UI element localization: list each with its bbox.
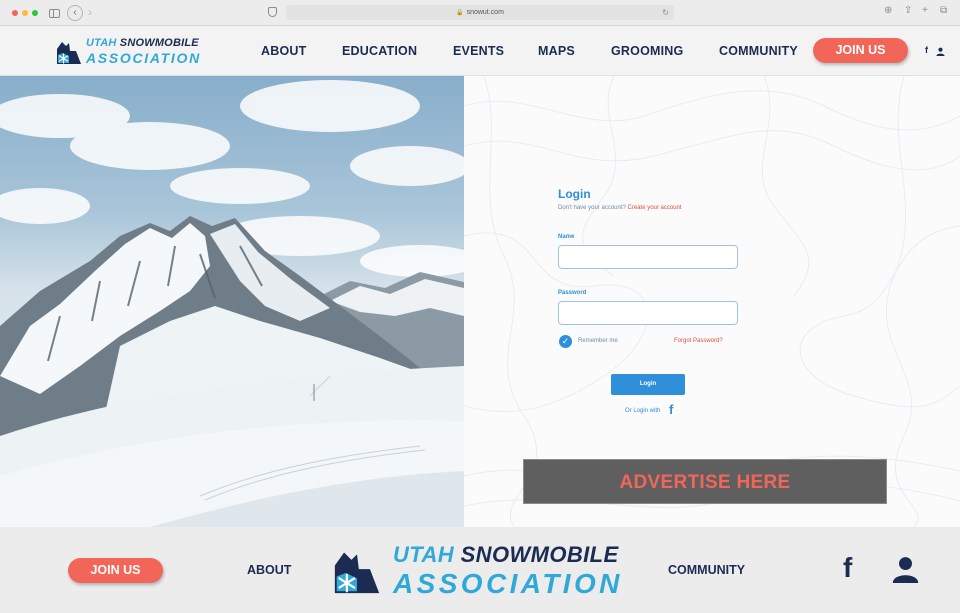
login-title: Login [558,187,591,201]
nav-community[interactable]: COMMUNITY [719,26,798,76]
facebook-login-icon[interactable]: f [669,402,673,417]
snowflake-mountain-logo-icon [334,552,380,594]
footer-logo-word-snowmobile: SNOWMOBILE [454,542,619,567]
login-panel: Login Don't have your account? Create yo… [464,76,960,527]
snowflake-mountain-logo-icon [57,42,81,64]
no-account-text: Don't have your account? [558,205,626,211]
nav-education[interactable]: EDUCATION [342,26,417,76]
nav-maps[interactable]: MAPS [538,26,575,76]
reload-icon[interactable]: ↻ [662,5,669,20]
logo-word-association: ASSOCIATION [86,50,201,66]
advertise-banner[interactable]: ADVERTISE HERE [523,459,887,504]
or-login-with-text: Or Login with [625,408,661,414]
address-bar-url: snowut.com [466,9,504,16]
mountain-illustration [0,80,464,527]
nav-about[interactable]: ABOUT [261,26,306,76]
nav-events[interactable]: EVENTS [453,26,504,76]
new-tab-icon[interactable]: + [922,5,928,16]
login-submit-button[interactable]: Login [611,374,685,395]
tab-overview-icon[interactable]: ⧉ [940,5,947,16]
privacy-shield-icon[interactable] [268,7,277,17]
remember-me-label: Remember me [578,338,618,344]
site-logo[interactable]: UTAH SNOWMOBILE ASSOCIATION [56,38,208,66]
remember-me-checkbox[interactable]: ✓ [559,335,572,348]
footer-join-us-button[interactable]: JOIN US [68,558,163,583]
name-label: Name [558,234,575,240]
zoom-window-button[interactable] [32,10,38,16]
minimize-window-button[interactable] [22,10,28,16]
hero-mountain-image [0,76,464,527]
forgot-password-link[interactable]: Forgot Password? [674,338,723,344]
logo-word-utah: UTAH [86,37,117,49]
footer-user-icon[interactable] [892,556,919,583]
close-window-button[interactable] [12,10,18,16]
facebook-icon[interactable]: f [925,45,928,55]
site-header: UTAH SNOWMOBILE ASSOCIATION ABOUT EDUCAT… [0,26,960,76]
nav-grooming[interactable]: GROOMING [611,26,683,76]
download-icon[interactable]: ⊕ [884,5,892,16]
create-account-link[interactable]: Create your account [628,205,682,211]
footer-logo-word-utah: UTAH [393,542,455,567]
footer-community-link[interactable]: COMMUNITY [668,563,745,577]
name-input[interactable] [558,245,738,269]
password-label: Password [558,290,587,296]
footer-facebook-icon[interactable]: f [843,554,852,582]
footer-logo-word-association: ASSOCIATION [393,568,623,599]
sidebar-toggle-icon[interactable] [49,9,60,18]
footer-logo[interactable]: UTAH SNOWMOBILE ASSOCIATION [333,544,628,598]
password-input[interactable] [558,301,738,325]
site-footer: JOIN US ABOUT UTAH SNOWMOBILE ASSOCIATIO… [0,527,960,613]
forward-arrow-icon[interactable]: › [88,5,92,19]
lock-icon: 🔒 [456,10,464,16]
address-bar[interactable]: 🔒 snowut.com ↻ [286,5,674,20]
browser-toolbar: ‹ › 🔒 snowut.com ↻ ⊕ ⇪ + ⧉ [0,0,960,26]
back-arrow-icon[interactable]: ‹ [67,5,83,21]
share-icon[interactable]: ⇪ [904,5,912,16]
footer-about-link[interactable]: ABOUT [247,563,291,577]
join-us-button[interactable]: JOIN US [813,38,908,63]
user-icon[interactable] [936,47,945,56]
logo-word-snowmobile: SNOWMOBILE [116,37,199,49]
